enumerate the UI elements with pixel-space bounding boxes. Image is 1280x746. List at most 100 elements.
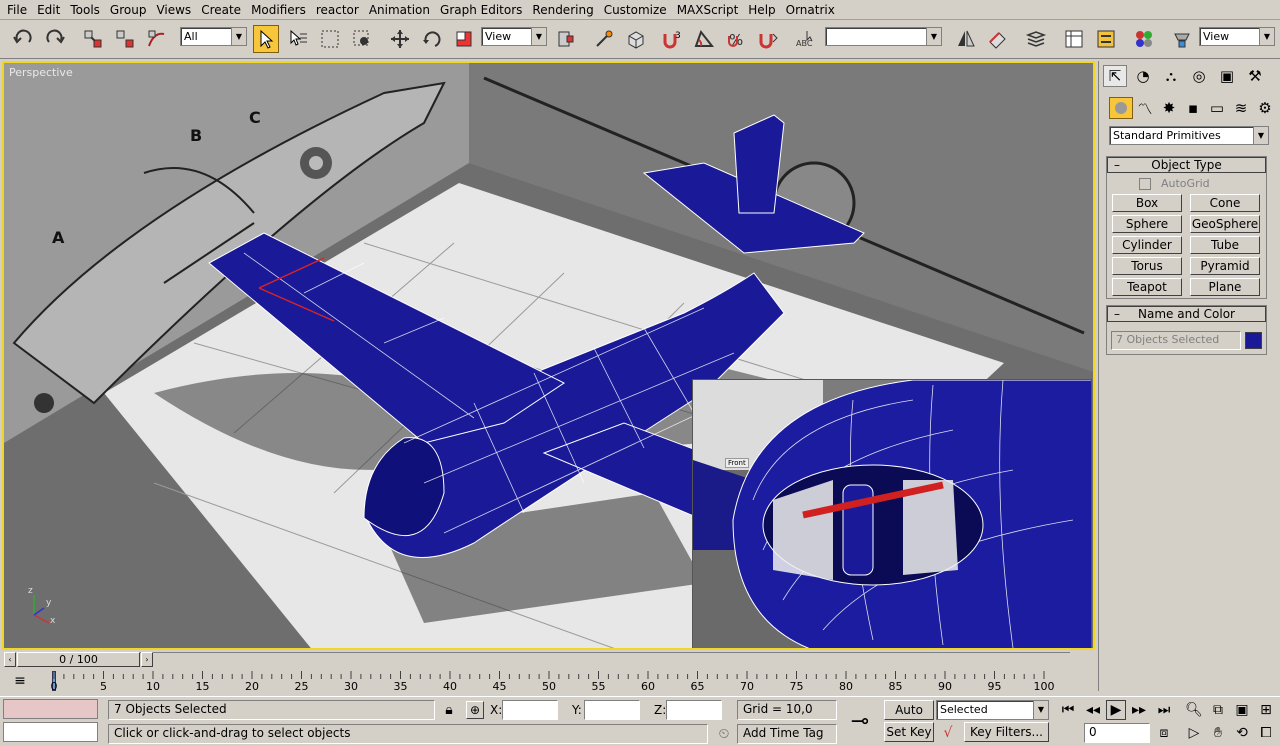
window-crossing-icon[interactable] bbox=[349, 25, 375, 53]
track-bar[interactable]: ≡ 0 5 10 15 20 25 30 35 40 45 50 55 60 65 70 75 80 85 90 95… bbox=[0, 669, 1098, 695]
utilities-tab-icon[interactable]: ⚒ bbox=[1243, 65, 1267, 87]
key-filters-button[interactable]: Key Filters... bbox=[964, 722, 1049, 742]
tube-button[interactable]: Tube bbox=[1190, 236, 1260, 254]
align-icon[interactable] bbox=[985, 25, 1011, 53]
menu-create[interactable]: Create bbox=[196, 0, 246, 20]
chevron-right-icon[interactable]: › bbox=[141, 652, 153, 667]
cone-button[interactable]: Cone bbox=[1190, 194, 1260, 212]
next-frame-icon[interactable]: ▸▸ bbox=[1129, 700, 1149, 720]
sphere-button[interactable]: Sphere bbox=[1112, 215, 1182, 233]
current-frame-field[interactable]: 0 bbox=[1084, 723, 1150, 743]
systems-icon[interactable]: ⚙ bbox=[1253, 97, 1277, 119]
object-type-rollout-header[interactable]: – Object Type bbox=[1107, 157, 1266, 173]
menu-file[interactable]: File bbox=[2, 0, 32, 20]
default-in-out-tangents-icon[interactable]: √ bbox=[938, 723, 958, 743]
menu-edit[interactable]: Edit bbox=[32, 0, 65, 20]
viewport-label[interactable]: Perspective bbox=[9, 66, 73, 79]
x-coordinate-field[interactable] bbox=[502, 700, 558, 720]
object-category-dropdown[interactable]: Standard Primitives ▼ bbox=[1109, 126, 1269, 145]
key-mode-dropdown[interactable]: Selected ▼ bbox=[936, 700, 1049, 720]
maxscript-listener-mini[interactable] bbox=[3, 699, 98, 719]
snaps-toggle-icon[interactable]: 3 bbox=[659, 25, 685, 53]
menu-animation[interactable]: Animation bbox=[364, 0, 435, 20]
menu-reactor[interactable]: reactor bbox=[311, 0, 364, 20]
space-warps-icon[interactable]: ≋ bbox=[1229, 97, 1253, 119]
spinner-snap-icon[interactable] bbox=[755, 25, 781, 53]
select-and-move-icon[interactable] bbox=[387, 25, 413, 53]
arc-rotate-icon[interactable]: ⟲ bbox=[1232, 723, 1252, 743]
reference-coordinate-dropdown[interactable]: View ▼ bbox=[481, 27, 547, 46]
box-button[interactable]: Box bbox=[1112, 194, 1182, 212]
redo-icon[interactable] bbox=[42, 25, 68, 53]
y-coordinate-field[interactable] bbox=[584, 700, 640, 720]
use-pivot-point-center-icon[interactable] bbox=[553, 25, 579, 53]
menu-help[interactable]: Help bbox=[743, 0, 780, 20]
edit-named-selection-icon[interactable]: ABC bbox=[793, 25, 819, 53]
modify-tab-icon[interactable]: ◔ bbox=[1131, 65, 1155, 87]
curve-editor-icon[interactable] bbox=[1061, 25, 1087, 53]
go-to-start-icon[interactable]: ⏮ bbox=[1058, 700, 1078, 720]
time-slider-track[interactable] bbox=[140, 652, 1070, 667]
zoom-extents-all-icon[interactable]: ⊞ bbox=[1256, 700, 1276, 720]
material-editor-icon[interactable] bbox=[1131, 25, 1157, 53]
render-scene-icon[interactable] bbox=[1169, 25, 1195, 53]
menu-graph-editors[interactable]: Graph Editors bbox=[435, 0, 527, 20]
maxscript-input-mini[interactable] bbox=[3, 722, 98, 742]
select-and-rotate-icon[interactable] bbox=[419, 25, 445, 53]
geosphere-button[interactable]: GeoSphere bbox=[1190, 215, 1260, 233]
layer-manager-icon[interactable] bbox=[1023, 25, 1049, 53]
angle-snap-icon[interactable] bbox=[691, 25, 717, 53]
add-time-tag-button[interactable]: Add Time Tag bbox=[737, 724, 837, 744]
selection-filter-dropdown[interactable]: All ▼ bbox=[180, 27, 247, 46]
schematic-view-icon[interactable] bbox=[1093, 25, 1119, 53]
autogrid-checkbox[interactable] bbox=[1139, 178, 1151, 190]
unlink-selection-icon[interactable] bbox=[112, 25, 138, 53]
menu-rendering[interactable]: Rendering bbox=[527, 0, 598, 20]
zoom-icon[interactable]: 🔍︎ bbox=[1184, 700, 1204, 720]
render-type-dropdown[interactable]: View ▼ bbox=[1199, 27, 1275, 46]
maximize-viewport-icon[interactable]: ⧠ bbox=[1256, 723, 1276, 743]
named-selection-sets-dropdown[interactable]: ▼ bbox=[825, 27, 942, 46]
name-and-color-rollout-header[interactable]: – Name and Color bbox=[1107, 306, 1266, 322]
pan-icon[interactable]: ✋︎ bbox=[1208, 723, 1228, 743]
geometry-icon[interactable] bbox=[1109, 97, 1133, 119]
cameras-icon[interactable]: ▪ bbox=[1181, 97, 1205, 119]
z-coordinate-field[interactable] bbox=[666, 700, 722, 720]
absolute-mode-transform-icon[interactable]: ⊕ bbox=[466, 701, 484, 719]
select-and-manipulate-icon[interactable] bbox=[591, 25, 617, 53]
open-mini-curve-editor-icon[interactable]: ≡ bbox=[10, 671, 30, 691]
cylinder-button[interactable]: Cylinder bbox=[1112, 236, 1182, 254]
keyboard-shortcut-override-icon[interactable] bbox=[623, 25, 649, 53]
menu-views[interactable]: Views bbox=[151, 0, 196, 20]
previous-frame-icon[interactable]: ◂◂ bbox=[1083, 700, 1103, 720]
undo-icon[interactable] bbox=[10, 25, 36, 53]
menu-customize[interactable]: Customize bbox=[599, 0, 672, 20]
menu-modifiers[interactable]: Modifiers bbox=[246, 0, 311, 20]
select-and-scale-icon[interactable] bbox=[451, 25, 477, 53]
hierarchy-tab-icon[interactable]: ⛬ bbox=[1159, 65, 1183, 87]
object-color-swatch[interactable] bbox=[1245, 332, 1262, 349]
mirror-icon[interactable] bbox=[953, 25, 979, 53]
zoom-all-icon[interactable]: ⧉ bbox=[1208, 700, 1228, 720]
menu-tools[interactable]: Tools bbox=[65, 0, 105, 20]
menu-group[interactable]: Group bbox=[105, 0, 152, 20]
shapes-icon[interactable]: 〽 bbox=[1133, 97, 1157, 119]
time-configuration-icon[interactable]: ⧈ bbox=[1154, 723, 1174, 743]
go-to-end-icon[interactable]: ⏭ bbox=[1154, 700, 1174, 720]
menu-maxscript[interactable]: MAXScript bbox=[672, 0, 744, 20]
percent-snap-icon[interactable]: % bbox=[723, 25, 749, 53]
create-tab-icon[interactable]: ⇱ bbox=[1103, 65, 1127, 87]
lights-icon[interactable]: ✸ bbox=[1157, 97, 1181, 119]
perspective-viewport[interactable]: A B C Perspective z y x Front bbox=[2, 61, 1095, 650]
time-slider-thumb[interactable]: 0 / 100 bbox=[17, 652, 140, 667]
select-by-name-icon[interactable] bbox=[285, 25, 311, 53]
display-tab-icon[interactable]: ▣ bbox=[1215, 65, 1239, 87]
field-of-view-icon[interactable]: ▷ bbox=[1184, 723, 1204, 743]
pyramid-button[interactable]: Pyramid bbox=[1190, 257, 1260, 275]
rectangular-selection-icon[interactable] bbox=[317, 25, 343, 53]
play-icon[interactable]: ▶ bbox=[1106, 700, 1126, 720]
select-object-icon[interactable] bbox=[253, 25, 279, 53]
lock-icon[interactable]: 🔒︎ bbox=[441, 701, 457, 719]
time-tag-icon[interactable]: ⏲ bbox=[716, 725, 732, 743]
motion-tab-icon[interactable]: ◎ bbox=[1187, 65, 1211, 87]
